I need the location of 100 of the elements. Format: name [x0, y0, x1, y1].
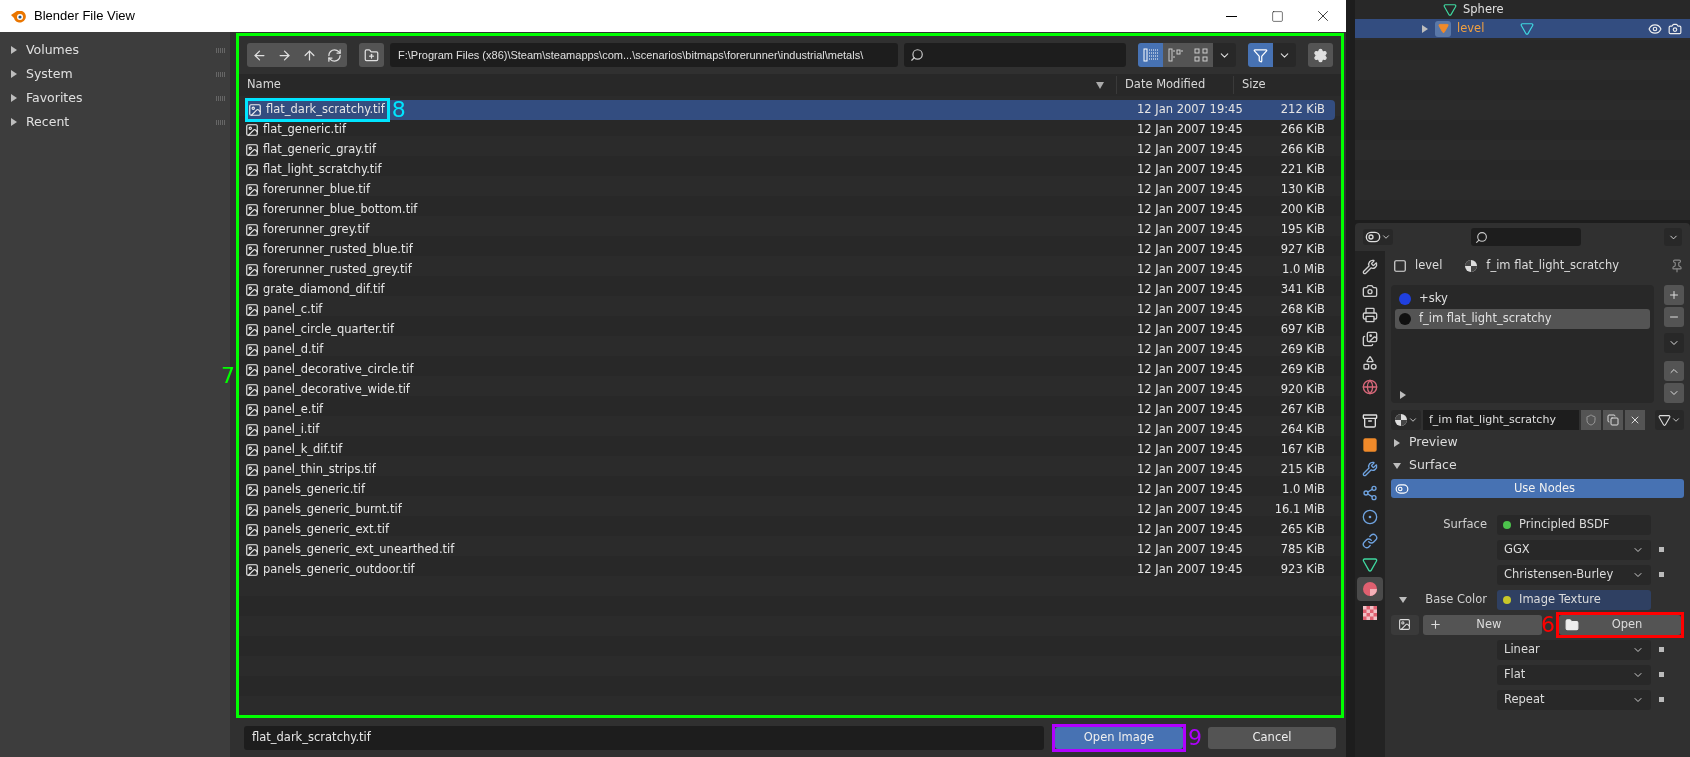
file-row[interactable]: panel_d.tif 12 Jan 2007 19:45 269 KiB [245, 340, 1335, 360]
sidebar-item[interactable]: Volumes [0, 38, 230, 62]
pin-icon[interactable] [1670, 259, 1684, 273]
outliner-row[interactable]: level [1355, 19, 1690, 38]
expand-triangle-icon[interactable] [10, 118, 18, 126]
panel-header[interactable]: Surface [1391, 454, 1684, 477]
file-row[interactable]: flat_generic.tif 12 Jan 2007 19:45 266 KiB [245, 120, 1335, 140]
unlink-button[interactable] [1625, 410, 1645, 430]
expand-triangle-icon[interactable] [10, 70, 18, 78]
display-mode-button[interactable] [1188, 43, 1213, 67]
panel-header[interactable]: Preview [1391, 431, 1684, 454]
material-slot[interactable]: f_im flat_light_scratchy [1395, 309, 1650, 329]
image-file-icon [245, 243, 259, 257]
file-row[interactable]: panels_generic_outdoor.tif 12 Jan 2007 19:45 923 KiB [245, 560, 1335, 580]
file-row[interactable]: flat_dark_scratchy.tif 8 12 Jan 2007 19:45 212 KiB [245, 100, 1335, 120]
file-row[interactable]: forerunner_rusted_grey.tif 12 Jan 2007 19:45 1.0 MiB [245, 260, 1335, 280]
file-row[interactable]: panel_decorative_wide.tif 12 Jan 2007 19:45 920 KiB [245, 380, 1335, 400]
file-row[interactable]: flat_generic_gray.tif 12 Jan 2007 19:45 266 KiB [245, 140, 1335, 160]
cancel-button[interactable]: Cancel [1208, 726, 1336, 749]
expand-triangle-icon[interactable] [1393, 438, 1401, 447]
filter-button[interactable] [1248, 43, 1273, 67]
sidebar-item[interactable]: System [0, 62, 230, 86]
link-mode-button[interactable] [1655, 410, 1684, 430]
search-field[interactable] [1471, 228, 1581, 246]
material-browse-button[interactable] [1391, 410, 1421, 430]
file-date: 12 Jan 2007 19:45 [1137, 301, 1244, 319]
new-folder-button[interactable] [359, 43, 384, 67]
eye-icon[interactable] [1648, 21, 1662, 36]
socket-field[interactable]: Principled BSDF [1497, 514, 1651, 535]
open-image-button[interactable]: Open Image [1055, 726, 1183, 749]
options-dropdown-button[interactable] [1664, 228, 1682, 246]
file-row[interactable]: panel_thin_strips.tif 12 Jan 2007 19:45 215 KiB [245, 460, 1335, 480]
file-row[interactable]: panel_c.tif 12 Jan 2007 19:45 268 KiB [245, 300, 1335, 320]
column-header[interactable]: Name [247, 76, 1096, 94]
file-size: 266 KiB [1279, 121, 1325, 139]
move-up-button[interactable] [1664, 361, 1684, 381]
search-field[interactable] [904, 43, 1126, 67]
socket-field[interactable]: Image Texture [1497, 589, 1651, 610]
material-name-field[interactable]: f_im flat_light_scratchy [1423, 410, 1579, 430]
dropdown[interactable]: Repeat [1497, 689, 1651, 710]
dropdown[interactable]: Christensen-Burley [1497, 564, 1651, 585]
path-field[interactable]: F:\Program Files (x86)\Steam\steamapps\com...\scenarios\bitmaps\forerunner\industrial\metals\ [390, 43, 898, 67]
file-row[interactable]: forerunner_grey.tif 12 Jan 2007 19:45 195 KiB [245, 220, 1335, 240]
duplicate-button[interactable] [1603, 410, 1623, 430]
dropdown[interactable]: Linear [1497, 639, 1651, 660]
file-row[interactable]: grate_diamond_dif.tif 12 Jan 2007 19:45 341 KiB [245, 280, 1335, 300]
file-name: panel_c.tif [263, 301, 323, 319]
move-down-button[interactable] [1664, 383, 1684, 403]
file-size: 927 KiB [1279, 241, 1325, 259]
dropdown[interactable]: Flat [1497, 664, 1651, 685]
file-row[interactable]: forerunner_blue.tif 12 Jan 2007 19:45 130 KiB [245, 180, 1335, 200]
file-row[interactable]: panel_circle_quarter.tif 12 Jan 2007 19:45 697 KiB [245, 320, 1335, 340]
expand-triangle-icon[interactable] [1399, 391, 1407, 399]
dropdown[interactable]: GGX [1497, 539, 1651, 560]
file-row[interactable]: forerunner_rusted_blue.tif 12 Jan 2007 19:45 927 KiB [245, 240, 1335, 260]
new-button[interactable]: New [1422, 614, 1542, 635]
expand-triangle-icon[interactable] [1399, 595, 1407, 604]
expand-triangle-icon[interactable] [1421, 24, 1429, 33]
file-date: 12 Jan 2007 19:45 [1137, 401, 1244, 419]
settings-button[interactable] [1308, 43, 1333, 67]
material-slot[interactable]: +sky [1395, 289, 1650, 309]
sidebar-item[interactable]: Recent [0, 110, 230, 134]
file-row[interactable]: panel_i.tif 12 Jan 2007 19:45 264 KiB [245, 420, 1335, 440]
camera-icon[interactable] [1668, 21, 1682, 36]
box-icon [1362, 413, 1378, 429]
filename-field[interactable]: flat_dark_scratchy.tif [244, 725, 1044, 750]
sort-triangle-icon[interactable] [1096, 81, 1104, 89]
editor-type-button[interactable] [1363, 229, 1393, 245]
file-row[interactable]: panel_e.tif 12 Jan 2007 19:45 267 KiB [245, 400, 1335, 420]
outliner-row[interactable]: Sphere [1355, 0, 1690, 19]
file-row[interactable]: panel_k_dif.tif 12 Jan 2007 19:45 167 KiB [245, 440, 1335, 460]
folder-icon [1565, 617, 1579, 632]
file-row[interactable]: panels_generic_ext.tif 12 Jan 2007 19:45 265 KiB [245, 520, 1335, 540]
open-button[interactable]: Open [1559, 614, 1681, 635]
remove-slot-button[interactable] [1664, 307, 1684, 327]
file-row[interactable]: panels_generic_burnt.tif 12 Jan 2007 19:45 16.1 MiB [245, 500, 1335, 520]
expand-triangle-icon[interactable] [1393, 461, 1401, 470]
folder-plus-icon [364, 47, 379, 63]
image-type-dropdown[interactable] [1391, 614, 1419, 635]
orbit-icon [1362, 509, 1378, 525]
file-row[interactable]: panels_generic_ext_unearthed.tif 12 Jan 2007 19:45 785 KiB [245, 540, 1335, 560]
sidebar-item[interactable]: Favorites [0, 86, 230, 110]
column-header[interactable]: Date Modified [1116, 76, 1233, 94]
file-name: forerunner_blue_bottom.tif [263, 201, 418, 219]
column-header[interactable]: Size [1233, 76, 1333, 94]
expand-triangle-icon[interactable] [10, 46, 18, 54]
use-nodes-button[interactable]: Use Nodes [1391, 479, 1684, 498]
display-dropdown-button[interactable] [1213, 43, 1236, 67]
file-size: 130 KiB [1279, 181, 1325, 199]
property-tab[interactable] [1357, 577, 1383, 601]
file-row[interactable]: panel_decorative_circle.tif 12 Jan 2007 19:45 269 KiB [245, 360, 1335, 380]
filter-dropdown-button[interactable] [1273, 43, 1296, 67]
file-date: 12 Jan 2007 19:45 [1137, 381, 1244, 399]
expand-triangle-icon[interactable] [10, 94, 18, 102]
file-row[interactable]: flat_light_scratchy.tif 12 Jan 2007 19:45 221 KiB [245, 160, 1335, 180]
chevron-icon [1671, 415, 1681, 425]
file-row[interactable]: panels_generic.tif 12 Jan 2007 19:45 1.0 MiB [245, 480, 1335, 500]
add-slot-button[interactable] [1664, 285, 1684, 305]
file-row[interactable]: forerunner_blue_bottom.tif 12 Jan 2007 19:45 200 KiB [245, 200, 1335, 220]
slot-menu-button[interactable] [1664, 333, 1684, 353]
